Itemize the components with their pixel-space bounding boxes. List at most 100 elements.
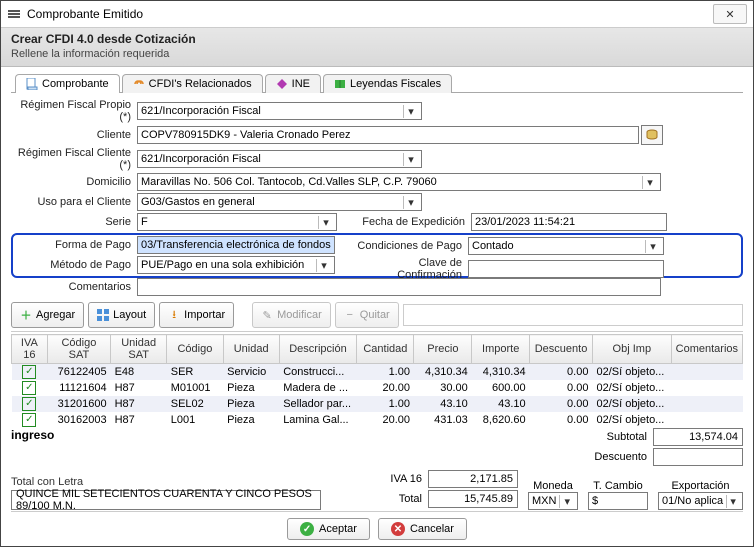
totals-area: ingreso Subtotal13,574.04 Descuento Tota…: [11, 428, 743, 510]
toolbar-filter-input[interactable]: [403, 304, 743, 326]
table-row[interactable]: ✓76122405E48SERServicioConstrucci...1.00…: [12, 364, 743, 381]
export-combo[interactable]: 01/No aplica▾: [658, 492, 743, 510]
minus-icon: −: [344, 309, 356, 321]
tab-comprobante[interactable]: Comprobante: [15, 74, 120, 93]
row-check-icon: ✓: [22, 381, 36, 395]
tcambio-input[interactable]: $: [588, 492, 648, 510]
serie-combo[interactable]: F▾: [137, 213, 337, 231]
cancelar-button[interactable]: ✕Cancelar: [378, 518, 467, 540]
regimen-propio-combo[interactable]: 621/Incorporación Fiscal▾: [137, 102, 422, 120]
plus-icon: ＋: [20, 309, 32, 321]
col-descuento[interactable]: Descuento: [530, 335, 593, 364]
table-row[interactable]: ✓30162003H87L001PiezaLamina Gal...20.004…: [12, 412, 743, 428]
lbl-total: Total: [352, 493, 428, 505]
lbl-metodo-pago: Método de Pago: [15, 259, 137, 271]
grid-header-row: IVA 16 Código SAT Unidad SAT Código Unid…: [12, 335, 743, 364]
app-icon: [7, 7, 21, 21]
window: Comprobante Emitido ✕ Crear CFDI 4.0 des…: [0, 0, 754, 547]
lbl-uso-cliente: Uso para el Cliente: [11, 196, 137, 208]
items-grid: IVA 16 Código SAT Unidad SAT Código Unid…: [11, 334, 743, 428]
tab-leyendas[interactable]: Leyendas Fiscales: [323, 74, 452, 93]
domicilio-combo[interactable]: Maravillas No. 506 Col. Tantocob, Cd.Val…: [137, 173, 661, 191]
col-codigo[interactable]: Código: [167, 335, 223, 364]
col-descripcion[interactable]: Descripción: [279, 335, 357, 364]
subtotal-value: 13,574.04: [653, 428, 743, 446]
lbl-comentarios: Comentarios: [11, 281, 137, 293]
lbl-cliente: Cliente: [11, 129, 137, 141]
window-title: Comprobante Emitido: [27, 7, 143, 21]
metodo-pago-combo[interactable]: PUE/Pago en una sola exhibición▾: [137, 256, 335, 274]
layout-icon: [97, 309, 109, 321]
iva16-value: 2,171.85: [428, 470, 518, 488]
col-unidad[interactable]: Unidad: [223, 335, 279, 364]
row-check-icon: ✓: [22, 397, 36, 411]
col-comentarios[interactable]: Comentarios: [671, 335, 742, 364]
lbl-serie: Serie: [11, 216, 137, 228]
lbl-descuento-total: Descuento: [577, 451, 653, 463]
lbl-fecha-exp: Fecha de Expedición: [355, 216, 471, 228]
search-db-icon: [646, 129, 658, 141]
lbl-iva16: IVA 16: [352, 473, 428, 485]
col-objimp[interactable]: Obj Imp: [592, 335, 671, 364]
tab-cfdis-label: CFDI's Relacionados: [149, 78, 252, 90]
regimen-cliente-combo[interactable]: 621/Incorporación Fiscal▾: [137, 150, 422, 168]
import-icon: ⭳: [168, 309, 180, 321]
lookup-cliente-button[interactable]: [641, 125, 663, 145]
tab-comprobante-label: Comprobante: [42, 78, 109, 90]
x-icon: ✕: [391, 522, 405, 536]
fecha-exp-input[interactable]: 23/01/2023 11:54:21: [471, 213, 667, 231]
col-cantidad[interactable]: Cantidad: [357, 335, 414, 364]
lbl-subtotal: Subtotal: [577, 431, 653, 443]
close-button[interactable]: ✕: [713, 4, 747, 24]
subheader-title: Crear CFDI 4.0 desde Cotización: [11, 32, 743, 46]
clave-conf-input[interactable]: [468, 260, 664, 278]
total-letra-value: QUINCE MIL SETECIENTOS CUARENTA Y CINCO …: [11, 490, 321, 510]
modificar-button[interactable]: ✎Modificar: [252, 302, 331, 328]
col-precio[interactable]: Precio: [414, 335, 472, 364]
diamond-icon: [276, 78, 288, 90]
tab-ine-label: INE: [292, 78, 310, 90]
moneda-combo[interactable]: MXN▾: [528, 492, 578, 510]
subheader: Crear CFDI 4.0 desde Cotización Rellene …: [1, 28, 753, 67]
descuento-total-value: [653, 448, 743, 466]
col-codigo-sat[interactable]: Código SAT: [47, 335, 110, 364]
uso-cliente-combo[interactable]: G03/Gastos en general▾: [137, 193, 422, 211]
quitar-button[interactable]: −Quitar: [335, 302, 399, 328]
aceptar-button[interactable]: ✓Aceptar: [287, 518, 370, 540]
row-check-icon: ✓: [22, 365, 36, 379]
col-iva[interactable]: IVA 16: [12, 335, 48, 364]
check-icon: ✓: [300, 522, 314, 536]
book-icon: [334, 78, 346, 90]
subheader-subtitle: Rellene la información requerida: [11, 48, 743, 60]
forma-pago-combo[interactable]: 03/Transferencia electrónica de fondos▾: [137, 236, 335, 254]
cond-pago-combo[interactable]: Contado▾: [468, 237, 664, 255]
lbl-moneda: Moneda: [528, 480, 578, 492]
lbl-export: Exportación: [658, 480, 743, 492]
lbl-domicilio: Domicilio: [11, 176, 137, 188]
tab-ine[interactable]: INE: [265, 74, 321, 93]
lbl-total-letra: Total con Letra: [11, 476, 342, 488]
col-unidad-sat[interactable]: Unidad SAT: [111, 335, 167, 364]
tab-cfdis[interactable]: CFDI's Relacionados: [122, 74, 263, 93]
lbl-regimen-propio: Régimen Fiscal Propio (*): [11, 99, 137, 123]
table-row[interactable]: ✓11121604H87M01001PiezaMadera de ...20.0…: [12, 380, 743, 396]
footer-buttons: ✓Aceptar ✕Cancelar: [11, 511, 743, 546]
lbl-forma-pago: Forma de Pago: [15, 239, 137, 251]
cliente-input[interactable]: COPV780915DK9 - Valeria Cronado Perez: [137, 126, 639, 144]
importar-button[interactable]: ⭳Importar: [159, 302, 234, 328]
ingreso-label: ingreso: [11, 428, 54, 442]
table-row[interactable]: ✓31201600H87SEL02PiezaSellador par...1.0…: [12, 396, 743, 412]
tabs: Comprobante CFDI's Relacionados INE Leye…: [11, 73, 743, 93]
link-icon: [133, 78, 145, 90]
titlebar: Comprobante Emitido ✕: [1, 1, 753, 28]
lbl-regimen-cliente: Régimen Fiscal Cliente (*): [11, 147, 137, 171]
layout-button[interactable]: Layout: [88, 302, 155, 328]
col-importe[interactable]: Importe: [472, 335, 530, 364]
row-check-icon: ✓: [22, 413, 36, 427]
agregar-button[interactable]: ＋Agregar: [11, 302, 84, 328]
grid-toolbar: ＋Agregar Layout ⭳Importar ✎Modificar −Qu…: [11, 302, 743, 332]
lbl-cond-pago: Condiciones de Pago: [352, 240, 468, 252]
lbl-clave-conf: Clave de Confirmación: [352, 257, 468, 281]
body: Comprobante CFDI's Relacionados INE Leye…: [1, 67, 753, 507]
pencil-icon: ✎: [261, 309, 273, 321]
